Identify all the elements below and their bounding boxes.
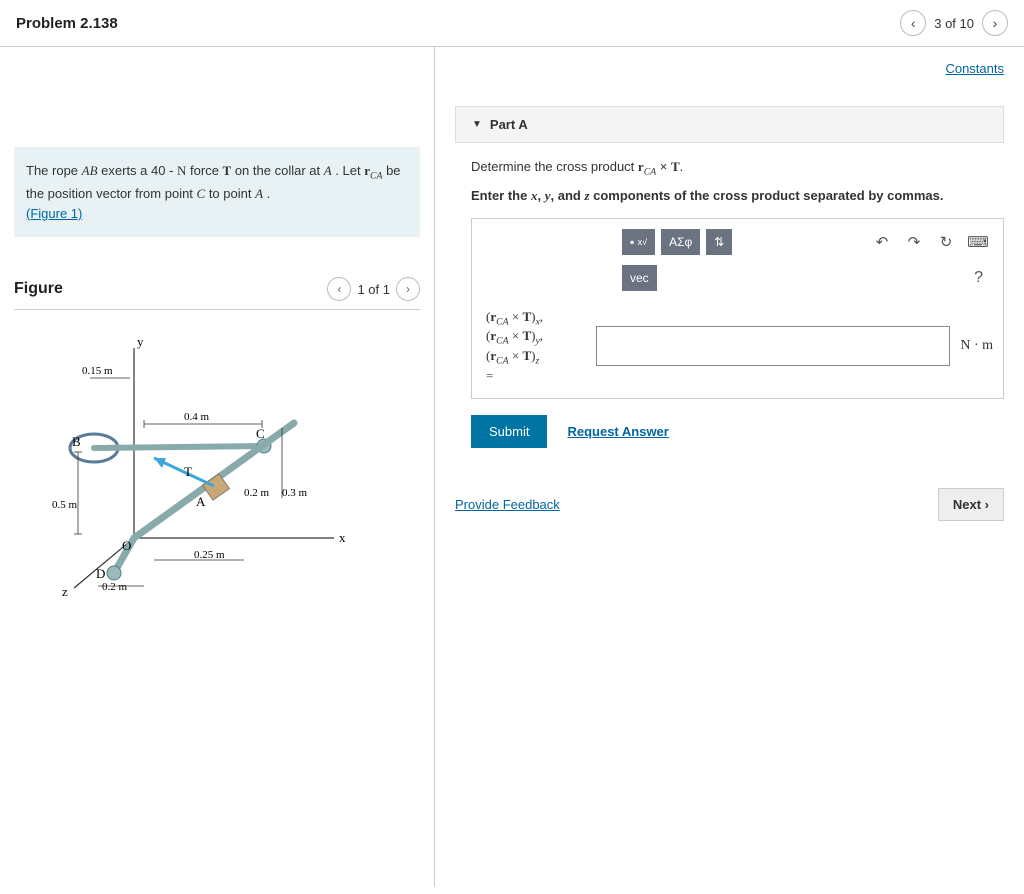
problem-nav: ‹ 3 of 10 › xyxy=(900,10,1008,36)
part-a-prompt: Determine the cross product rCA × T. xyxy=(471,159,1004,178)
svg-text:x: x xyxy=(339,530,346,545)
part-a-header[interactable]: ▼ Part A xyxy=(455,106,1004,143)
vec-tool-button[interactable]: vec xyxy=(622,265,657,291)
svg-text:0.3 m: 0.3 m xyxy=(282,487,308,499)
greek-tool-button[interactable]: ΑΣφ xyxy=(661,229,700,255)
redo-button[interactable]: ↷ xyxy=(901,230,927,254)
next-button[interactable]: Next › xyxy=(938,488,1004,521)
svg-text:0.25 m: 0.25 m xyxy=(194,549,225,561)
svg-text:B: B xyxy=(72,434,81,449)
caret-down-icon: ▼ xyxy=(472,119,482,130)
next-figure-button[interactable]: › xyxy=(396,277,420,301)
updown-icon: ⇅ xyxy=(714,235,724,249)
provide-feedback-link[interactable]: Provide Feedback xyxy=(455,497,560,512)
request-answer-link[interactable]: Request Answer xyxy=(567,424,668,439)
figure-diagram: y x z B C D O xyxy=(14,310,420,601)
figure-position: 1 of 1 xyxy=(357,282,390,297)
chevron-right-icon: › xyxy=(985,497,989,512)
fraction-icon: ▪ xyxy=(630,235,634,249)
submit-button[interactable]: Submit xyxy=(471,415,547,448)
constants-link[interactable]: Constants xyxy=(945,61,1004,76)
problem-statement: The rope AB exerts a 40 - N force T on t… xyxy=(14,147,420,237)
part-a-instruction: Enter the x, y, and z components of the … xyxy=(471,188,1004,204)
next-problem-button[interactable]: › xyxy=(982,10,1008,36)
svg-text:D: D xyxy=(96,566,105,581)
updown-tool-button[interactable]: ⇅ xyxy=(706,229,732,255)
svg-text:T: T xyxy=(184,464,192,479)
prev-problem-button[interactable]: ‹ xyxy=(900,10,926,36)
answer-lhs: (rCA × T)x, (rCA × T)y, (rCA × T)z = xyxy=(486,309,586,385)
problem-title: Problem 2.138 xyxy=(16,15,118,32)
svg-text:C: C xyxy=(256,426,265,441)
svg-text:0.5 m: 0.5 m xyxy=(52,499,78,511)
problem-position: 3 of 10 xyxy=(934,16,974,31)
svg-text:z: z xyxy=(62,584,68,598)
svg-text:0.2 m: 0.2 m xyxy=(102,581,128,593)
svg-text:y: y xyxy=(137,334,144,349)
figure-title: Figure xyxy=(14,280,63,298)
reset-button[interactable]: ↻ xyxy=(933,230,959,254)
keyboard-button[interactable]: ⌨ xyxy=(965,230,991,254)
svg-text:A: A xyxy=(196,494,206,509)
figure-nav: ‹ 1 of 1 › xyxy=(327,277,420,301)
svg-text:O: O xyxy=(122,538,131,553)
undo-button[interactable]: ↶ xyxy=(869,230,895,254)
svg-text:0.15 m: 0.15 m xyxy=(82,365,113,377)
help-button[interactable]: ? xyxy=(974,269,991,287)
svg-text:0.4 m: 0.4 m xyxy=(184,411,210,423)
answer-box: ▪ x√ ΑΣφ ⇅ ↶ ↷ ↻ ⌨ vec ? xyxy=(471,218,1004,400)
figure-link[interactable]: (Figure 1) xyxy=(26,206,82,221)
template-tool-button[interactable]: ▪ x√ xyxy=(622,229,655,255)
answer-input[interactable] xyxy=(596,326,950,366)
svg-text:0.2 m: 0.2 m xyxy=(244,487,270,499)
part-a-title: Part A xyxy=(490,117,528,132)
answer-unit: N · m xyxy=(960,338,997,354)
prev-figure-button[interactable]: ‹ xyxy=(327,277,351,301)
